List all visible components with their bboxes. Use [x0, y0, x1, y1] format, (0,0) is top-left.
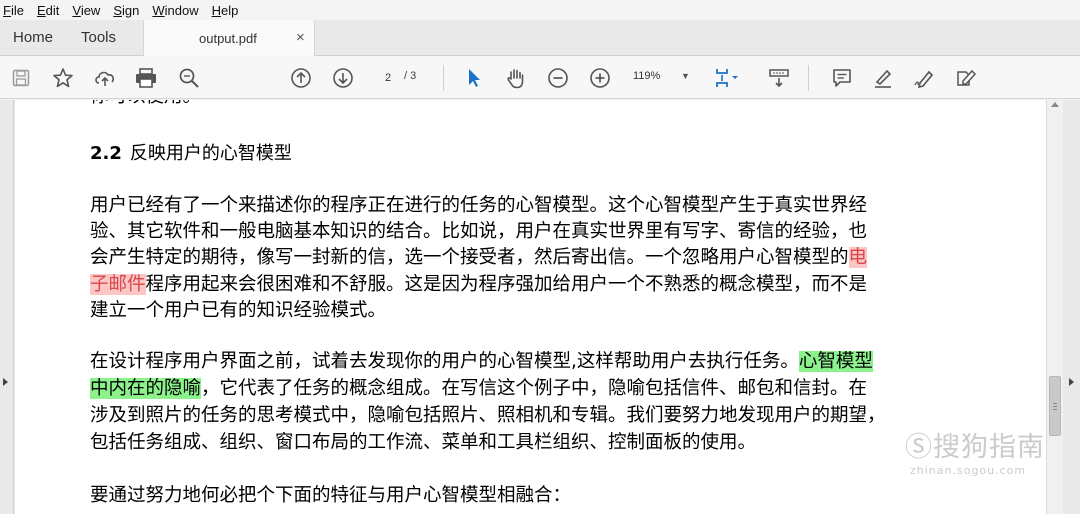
hand-tool-icon[interactable] — [503, 65, 529, 91]
search-icon[interactable] — [176, 65, 202, 91]
vertical-scrollbar[interactable] — [1046, 100, 1063, 514]
save-icon[interactable] — [8, 65, 34, 91]
toolbar: 2 / 3 119% ▼ — [0, 56, 1080, 99]
paragraph-line: 在设计程序用户界面之前，试着去发现你的用户的心智模型,这样帮助用户去执行任务。心… — [90, 351, 873, 372]
toolbar-divider — [443, 65, 444, 91]
highlight-pen-icon[interactable] — [870, 65, 896, 91]
previous-page-icon[interactable] — [288, 65, 314, 91]
green-highlight: 心智模型 — [798, 351, 873, 372]
zoom-in-icon[interactable] — [587, 65, 613, 91]
partial-line: 你可以使用。 — [90, 100, 201, 110]
tab-document-label: output.pdf — [199, 31, 257, 46]
zoom-level-select[interactable]: 119% — [633, 70, 660, 82]
paragraph-line: 用户已经有了一个来描述你的程序正在进行的任务的心智模型。这个心智模型产生于真实世… — [90, 195, 868, 216]
star-icon[interactable] — [50, 65, 76, 91]
menu-help[interactable]: Help — [212, 3, 239, 18]
page-total: / 3 — [404, 70, 417, 82]
paragraph-line: 子邮件程序用起来会很困难和不舒服。这是因为程序强加给用户一个不熟悉的概念模型，而… — [90, 274, 868, 295]
expand-right-icon[interactable] — [1069, 378, 1074, 386]
pdf-page: 你可以使用。 2.2 反映用户的心智模型 用户已经有了一个来描述你的程序正在进行的… — [15, 100, 1046, 514]
cloud-upload-icon[interactable] — [92, 65, 118, 91]
menu-edit[interactable]: Edit — [37, 3, 59, 18]
paragraph-line: 验、其它软件和一般电脑基本知识的结合。比如说，用户在真实世界里有写字、寄信的经验… — [90, 221, 868, 242]
sign-icon[interactable] — [912, 65, 938, 91]
tab-home[interactable]: Home — [13, 29, 53, 46]
fit-page-icon[interactable] — [713, 65, 739, 91]
watermark: Ⓢ搜狗指南 zhinan.sogou.com — [905, 425, 1045, 477]
watermark-url: zhinan.sogou.com — [910, 464, 1027, 477]
expand-left-icon[interactable] — [3, 378, 8, 386]
section-number: 2.2 — [90, 143, 122, 164]
right-panel-toggle[interactable] — [1063, 100, 1080, 514]
fill-sign-icon[interactable] — [953, 65, 979, 91]
menu-sign[interactable]: Sign — [113, 3, 139, 18]
green-highlight: 中内在的隐喻 — [90, 378, 202, 399]
paragraph-line: 要通过努力地何必把个下面的特征与用户心智模型相融合： — [90, 485, 572, 506]
select-cursor-icon[interactable] — [461, 65, 487, 91]
tab-document[interactable]: output.pdf × — [143, 20, 315, 57]
menu-bar: File Edit View Sign Window Help — [0, 0, 1080, 20]
paragraph-line: 会产生特定的期待，像写一封新的信，选一个接受者，然后寄出信。一个忽略用户心智模型… — [90, 247, 868, 268]
print-icon[interactable] — [133, 65, 159, 91]
scrollbar-thumb[interactable] — [1049, 376, 1061, 436]
menu-file[interactable]: File — [3, 3, 24, 18]
toolbar-divider — [808, 65, 809, 91]
paragraph-line: 建立一个用户已有的知识经验模式。 — [90, 300, 387, 321]
tab-bar: Home Tools output.pdf × — [0, 20, 1080, 57]
close-icon[interactable]: × — [296, 29, 305, 46]
left-panel-toggle[interactable] — [0, 100, 14, 514]
scroll-mode-icon[interactable] — [766, 65, 792, 91]
paragraph-line: 涉及到照片的任务的思考模式中，隐喻包括照片、照相机和专辑。我们要努力地发现用户的… — [90, 405, 886, 426]
section-heading: 2.2 反映用户的心智模型 — [90, 141, 292, 167]
tab-tools[interactable]: Tools — [81, 29, 116, 46]
menu-window[interactable]: Window — [152, 3, 198, 18]
section-title: 反映用户的心智模型 — [129, 143, 292, 164]
page-number-input[interactable]: 2 — [374, 66, 402, 88]
zoom-out-icon[interactable] — [545, 65, 571, 91]
red-highlight: 子邮件 — [90, 274, 146, 295]
document-viewer[interactable]: 你可以使用。 2.2 反映用户的心智模型 用户已经有了一个来描述你的程序正在进行的… — [0, 100, 1080, 514]
red-highlight: 电 — [848, 247, 868, 268]
scroll-up-icon[interactable] — [1051, 102, 1059, 107]
paragraph-line: 中内在的隐喻，它代表了任务的概念组成。在写信这个例子中，隐喻包括信件、邮包和信封… — [90, 378, 868, 399]
next-page-icon[interactable] — [330, 65, 356, 91]
watermark-logo: Ⓢ搜狗指南 — [905, 432, 1045, 463]
paragraph-line: 包括任务组成、组织、窗口布局的工作流、菜单和工具栏组织、控制面板的使用。 — [90, 432, 757, 453]
comment-icon[interactable] — [829, 65, 855, 91]
chevron-down-icon[interactable]: ▼ — [681, 71, 690, 81]
menu-view[interactable]: View — [72, 3, 100, 18]
